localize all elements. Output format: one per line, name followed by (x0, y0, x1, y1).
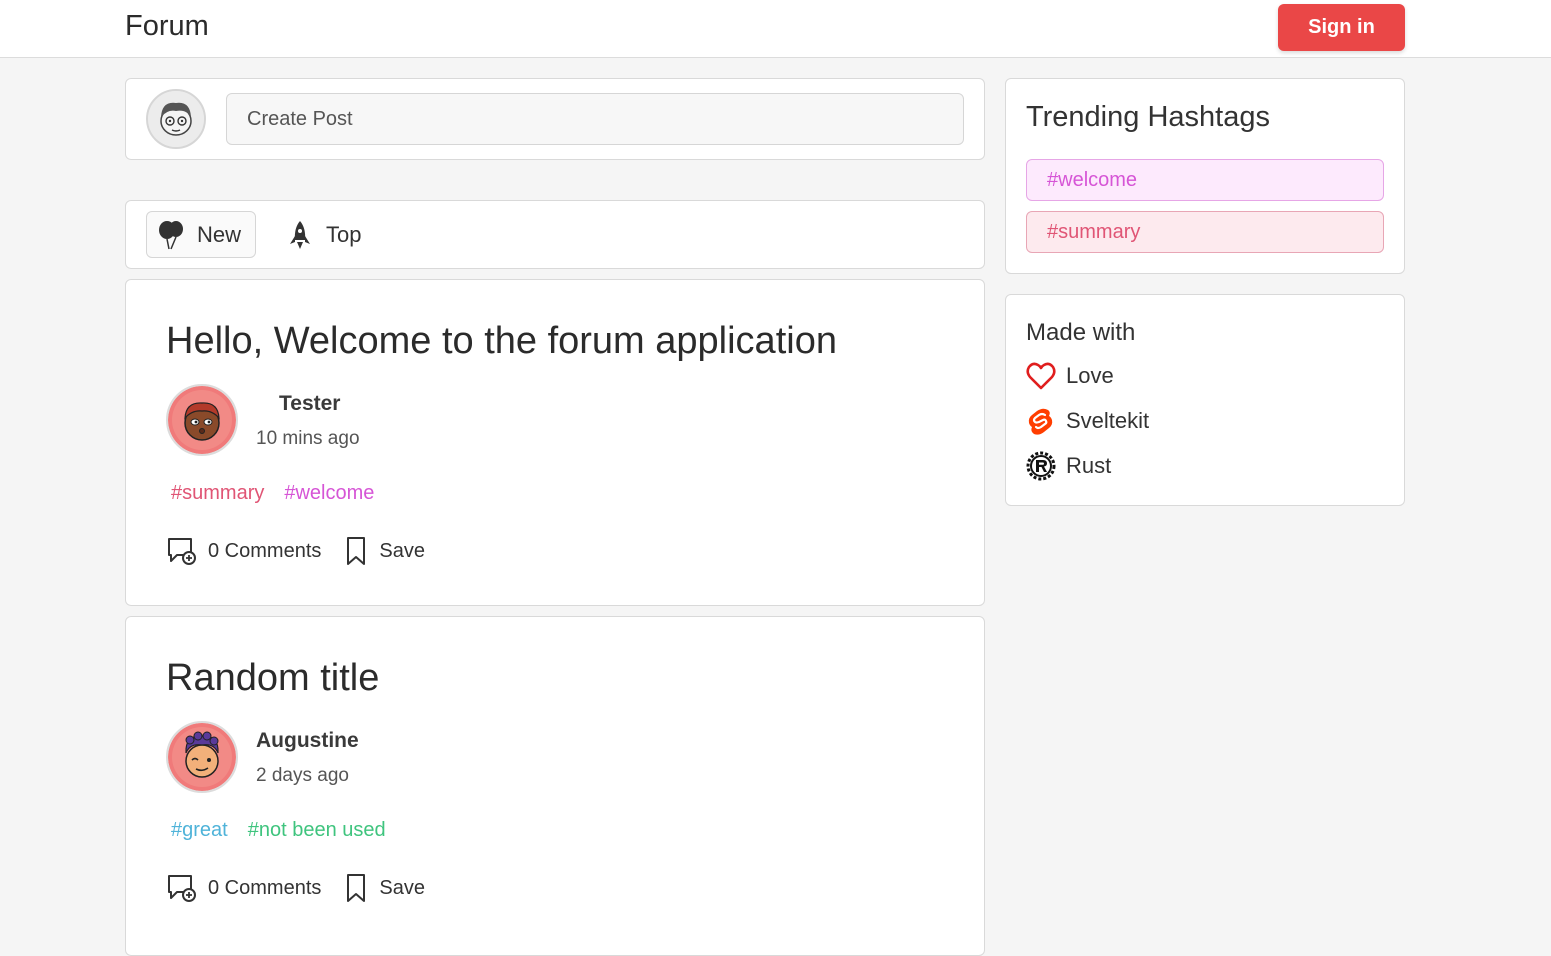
signin-button[interactable]: Sign in (1278, 4, 1405, 51)
tab-top[interactable]: Top (286, 211, 361, 258)
comments-label: 0 Comments (208, 539, 322, 562)
rocket-icon (290, 220, 310, 249)
author-avatar[interactable] (166, 721, 238, 793)
user-avatar-icon (148, 91, 204, 147)
trending-title: Trending Hashtags (1026, 101, 1270, 133)
trending-hashtags-card: Trending Hashtags #welcome #summary (1005, 78, 1405, 274)
hashtag-link[interactable]: #welcome (284, 482, 374, 505)
post-author[interactable]: Augustine (256, 729, 359, 753)
made-with-title: Made with (1026, 319, 1136, 346)
made-with-label: Rust (1066, 453, 1112, 478)
heart-icon (1026, 362, 1056, 390)
made-with-item-rust: Rust (1026, 451, 1111, 481)
author-avatar-icon (168, 723, 236, 791)
comments-button[interactable]: 0 Comments (166, 873, 321, 903)
bookmark-icon (347, 874, 366, 902)
post-author[interactable]: Tester (279, 392, 340, 416)
svelte-icon (1028, 408, 1053, 435)
bookmark-icon (347, 537, 366, 565)
trending-hashtag-chip[interactable]: #welcome (1026, 159, 1384, 201)
post-tags: #summary #welcome (171, 482, 374, 505)
comment-add-icon (168, 875, 196, 902)
tab-top-label: Top (326, 221, 362, 247)
post-actions: 0 Comments Save (166, 535, 447, 567)
create-post-input[interactable] (226, 93, 964, 145)
made-with-item-love: Love (1026, 361, 1114, 391)
made-with-item-sveltekit: Sveltekit (1026, 406, 1149, 436)
rust-icon (1026, 451, 1056, 481)
save-label: Save (379, 539, 425, 562)
made-with-label: Sveltekit (1066, 408, 1150, 433)
balloons-icon (159, 220, 183, 249)
trending-hashtag-chip[interactable]: #summary (1026, 211, 1384, 253)
post-time: 2 days ago (256, 765, 349, 786)
hashtag-link[interactable]: #not been used (248, 819, 386, 842)
comments-button[interactable]: 0 Comments (166, 536, 321, 566)
save-label: Save (379, 876, 425, 899)
made-with-label: Love (1066, 363, 1114, 388)
save-button[interactable]: Save (343, 535, 425, 567)
post-tags: #great #not been used (171, 819, 386, 842)
brand-title[interactable]: Forum (125, 10, 209, 43)
post-card: Hello, Welcome to the forum application … (125, 279, 985, 606)
made-with-card: Made with Love Sveltekit Rust (1005, 294, 1405, 506)
top-navbar: Forum Sign in (0, 0, 1551, 58)
post-card: Random title Augustine 2 days ago #great… (125, 616, 985, 956)
author-avatar-icon (168, 386, 236, 454)
post-actions: 0 Comments Save (166, 872, 447, 904)
post-time: 10 mins ago (256, 428, 360, 449)
comments-label: 0 Comments (208, 876, 322, 899)
post-title[interactable]: Random title (166, 657, 379, 700)
post-title[interactable]: Hello, Welcome to the forum application (166, 320, 837, 363)
comment-add-icon (168, 538, 196, 565)
tab-new[interactable]: New (146, 211, 256, 258)
create-post-card (125, 78, 985, 160)
save-button[interactable]: Save (343, 872, 425, 904)
author-avatar[interactable] (166, 384, 238, 456)
hashtag-link[interactable]: #great (171, 819, 228, 842)
hashtag-link[interactable]: #summary (171, 482, 264, 505)
sort-tabs: New Top (125, 200, 985, 269)
tab-new-label: New (197, 221, 242, 247)
avatar (146, 89, 206, 149)
